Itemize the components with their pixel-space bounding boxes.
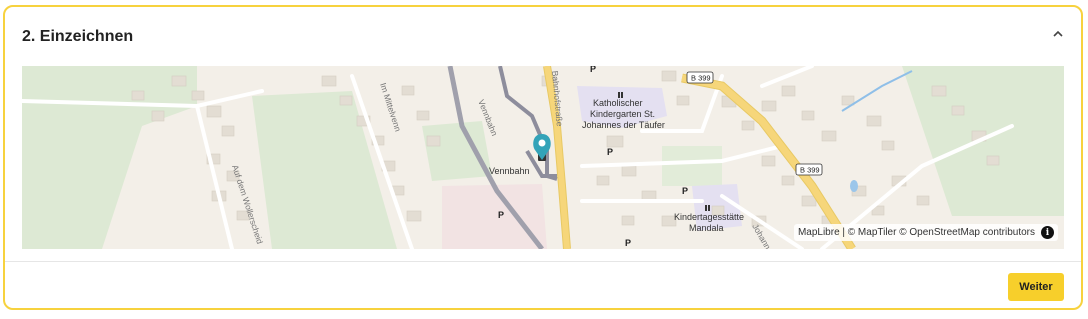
b399-shield: B 399 <box>686 71 714 84</box>
b399-shield: B 399 <box>795 163 823 176</box>
step-card: 2. Einzeichnen Vennbahn Bahnhofstraße Im… <box>3 5 1083 310</box>
label-kiga1-line3: Johannes der Täufer <box>582 120 665 130</box>
svg-text:B 399: B 399 <box>800 166 820 175</box>
map-attribution: MapLibre | © MapTiler © OpenStreetMap co… <box>793 224 1058 241</box>
info-icon[interactable]: i <box>1041 226 1054 239</box>
parking-icon: P <box>625 238 631 248</box>
landuse-area <box>442 184 547 249</box>
map-view[interactable]: Vennbahn Bahnhofstraße Im Mittelvenn Auf… <box>22 66 1064 249</box>
label-vennbahn-station: Vennbahn <box>489 166 530 176</box>
parking-icon: P <box>590 66 596 74</box>
step-header[interactable]: 2. Einzeichnen <box>5 7 1081 67</box>
next-button[interactable]: Weiter <box>1008 273 1064 301</box>
svg-text:B 399: B 399 <box>691 74 711 83</box>
parking-icon: P <box>682 186 688 196</box>
label-kiga2-line1: Kindertagesstätte <box>674 212 744 222</box>
divider <box>5 261 1081 262</box>
chevron-up-icon[interactable] <box>1051 27 1065 41</box>
label-kiga1-line1: Katholischer <box>593 98 643 108</box>
parking-icon: P <box>498 210 504 220</box>
label-kiga2-line2: Mandala <box>689 223 724 233</box>
step-title: 2. Einzeichnen <box>22 28 134 45</box>
pond <box>850 180 858 192</box>
attribution-text: MapLibre | © MapTiler © OpenStreetMap co… <box>797 227 1035 238</box>
green-area <box>662 146 722 186</box>
green-area <box>422 121 492 181</box>
map-canvas[interactable]: Vennbahn Bahnhofstraße Im Mittelvenn Auf… <box>22 66 1064 249</box>
label-kiga1-line2: Kindergarten St. <box>590 109 655 119</box>
parking-icon: P <box>607 147 613 157</box>
